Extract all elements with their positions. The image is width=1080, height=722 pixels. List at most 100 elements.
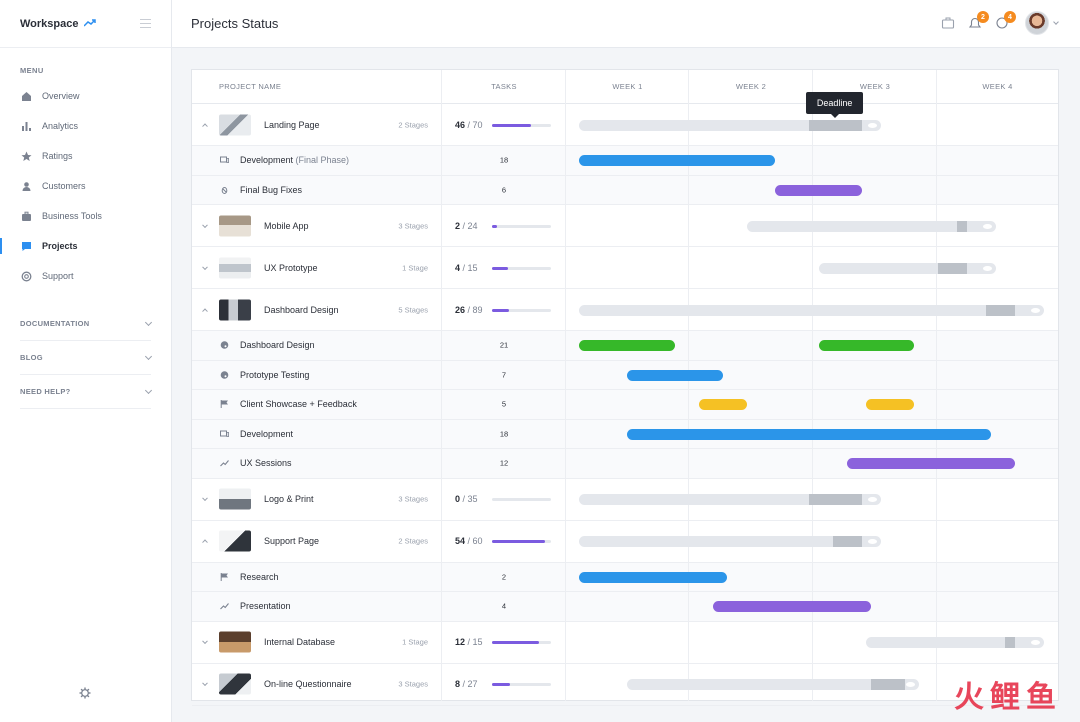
chevron-down-icon[interactable] — [202, 263, 208, 270]
project-name[interactable]: On-line Questionnaire — [264, 679, 352, 689]
sidebar-section-need-help[interactable]: NEED HELP? — [20, 375, 153, 409]
palette-icon — [220, 341, 229, 350]
task-progress-bar — [492, 683, 551, 686]
project-row[interactable]: Mobile App 3 Stages 2 / 24 — [192, 205, 1058, 247]
chevron-down-icon — [144, 318, 153, 326]
avatar[interactable] — [1025, 11, 1049, 35]
hamburger-menu-icon[interactable] — [140, 19, 151, 28]
task-name[interactable]: Development (Final Phase) — [240, 155, 349, 165]
project-row[interactable]: Internal Database 1 Stage 12 / 15 — [192, 622, 1058, 664]
header-week-2: WEEK 2 — [735, 82, 767, 91]
task-row[interactable]: Prototype Testing 7 — [192, 360, 1058, 390]
bar-chart-icon — [20, 120, 32, 132]
project-stages: 5 Stages — [398, 305, 428, 314]
task-progress-fill — [492, 540, 546, 543]
sidebar-item-overview[interactable]: Overview — [0, 81, 171, 111]
project-name[interactable]: Dashboard Design — [264, 305, 339, 315]
project-stages: 3 Stages — [398, 221, 428, 230]
projects-table: PROJECT NAME TASKS WEEK 1 WEEK 2 WEEK 3 … — [191, 69, 1059, 706]
task-count: 2 — [501, 572, 507, 582]
task-name-text: Client Showcase + Feedback — [240, 399, 357, 410]
task-name[interactable]: Client Showcase + Feedback — [240, 399, 357, 409]
sidebar-item-projects[interactable]: Projects — [0, 231, 171, 261]
project-row[interactable]: UX Prototype 1 Stage 4 / 15 — [192, 247, 1058, 289]
sidebar-item-label: Business Tools — [42, 211, 102, 221]
sidebar-item-label: Projects — [42, 241, 78, 251]
header-week-3: WEEK 3 — [859, 82, 891, 91]
task-progress-bar — [492, 498, 551, 501]
tasks-done: 54 — [455, 536, 466, 546]
flag-icon — [220, 400, 229, 409]
project-row[interactable]: Dashboard Design 5 Stages 26 / 89 — [192, 289, 1058, 331]
messages-icon[interactable]: 4 — [995, 11, 1016, 30]
project-name[interactable]: Mobile App — [264, 221, 309, 231]
project-name[interactable]: Landing Page — [264, 120, 320, 130]
project-stages: 2 Stages — [398, 120, 428, 129]
task-name[interactable]: Final Bug Fixes — [240, 185, 302, 195]
task-name[interactable]: Development — [240, 429, 293, 439]
notifications-icon[interactable]: 2 — [968, 11, 989, 30]
project-row[interactable]: On-line Questionnaire 3 Stages 8 / 27 — [192, 664, 1058, 706]
header-tasks: TASKS — [491, 82, 517, 91]
project-thumbnail — [219, 631, 251, 653]
project-name[interactable]: UX Prototype — [264, 263, 318, 273]
chevron-up-icon[interactable] — [202, 307, 208, 314]
task-name[interactable]: Research — [240, 572, 279, 582]
users-icon — [20, 180, 32, 192]
task-name[interactable]: Dashboard Design — [240, 340, 315, 350]
sidebar-item-customers[interactable]: Customers — [0, 171, 171, 201]
divider — [688, 70, 689, 701]
project-row[interactable]: Logo & Print 3 Stages 0 / 35 — [192, 479, 1058, 521]
project-name[interactable]: Support Page — [264, 536, 319, 546]
sidebar-item-analytics[interactable]: Analytics — [0, 111, 171, 141]
sidebar-section-blog[interactable]: BLOG — [20, 341, 153, 375]
task-count: 12 / 15 — [455, 637, 483, 647]
chevron-down-icon[interactable] — [1053, 18, 1059, 25]
briefcase-icon[interactable] — [941, 16, 955, 30]
task-row[interactable]: Presentation 4 — [192, 592, 1058, 622]
task-name-text: Development — [240, 428, 294, 439]
task-count: 54 / 60 — [455, 536, 483, 546]
project-name[interactable]: Internal Database — [264, 637, 335, 647]
task-name[interactable]: Prototype Testing — [240, 370, 309, 380]
task-row[interactable]: Dashboard Design 21 — [192, 331, 1058, 361]
tasks-done: 12 — [455, 637, 466, 647]
chevron-down-icon — [144, 352, 153, 360]
tasks-done: 26 — [455, 304, 466, 315]
task-progress-fill — [492, 683, 510, 686]
project-thumbnail — [219, 488, 251, 510]
sidebar-section-documentation[interactable]: DOCUMENTATION — [20, 307, 153, 341]
task-name[interactable]: UX Sessions — [240, 458, 292, 468]
chevron-down-icon[interactable] — [202, 680, 208, 687]
divider — [565, 70, 566, 701]
sidebar-item-label: Analytics — [42, 121, 79, 131]
chevron-down-icon[interactable] — [202, 495, 208, 502]
sidebar-item-ratings[interactable]: Ratings — [0, 141, 171, 171]
project-name[interactable]: Logo & Print — [264, 494, 314, 504]
task-row[interactable]: Development (Final Phase) 18 — [192, 146, 1058, 176]
settings-gear-icon[interactable] — [79, 686, 91, 699]
project-row[interactable]: Landing Page 2 Stages 46 / 70 — [192, 104, 1058, 146]
chevron-down-icon[interactable] — [202, 221, 208, 228]
project-thumbnail — [219, 114, 251, 135]
sidebar-item-label: Ratings — [42, 151, 73, 161]
task-name[interactable]: Presentation — [240, 601, 291, 611]
task-row[interactable]: Client Showcase + Feedback 5 — [192, 390, 1058, 420]
task-progress-bar — [492, 123, 551, 127]
task-row[interactable]: Development 18 — [192, 419, 1058, 449]
chat-icon — [20, 240, 32, 252]
project-row[interactable]: Support Page 2 Stages 54 / 60 — [192, 521, 1058, 563]
chevron-up-icon[interactable] — [202, 122, 208, 129]
task-row[interactable]: Research 2 — [192, 562, 1058, 592]
task-progress-bar — [492, 540, 551, 543]
chevron-up-icon[interactable] — [202, 539, 208, 546]
tasks-total: 24 — [467, 220, 478, 231]
sidebar-item-business-tools[interactable]: Business Tools — [0, 201, 171, 231]
task-row[interactable]: Final Bug Fixes 6 — [192, 175, 1058, 205]
tasks-total: 89 — [472, 304, 483, 315]
divider — [936, 70, 937, 701]
section-label: BLOG — [20, 353, 43, 362]
chevron-down-icon[interactable] — [202, 638, 208, 645]
sidebar-item-support[interactable]: Support — [0, 261, 171, 291]
task-row[interactable]: UX Sessions 12 — [192, 449, 1058, 479]
